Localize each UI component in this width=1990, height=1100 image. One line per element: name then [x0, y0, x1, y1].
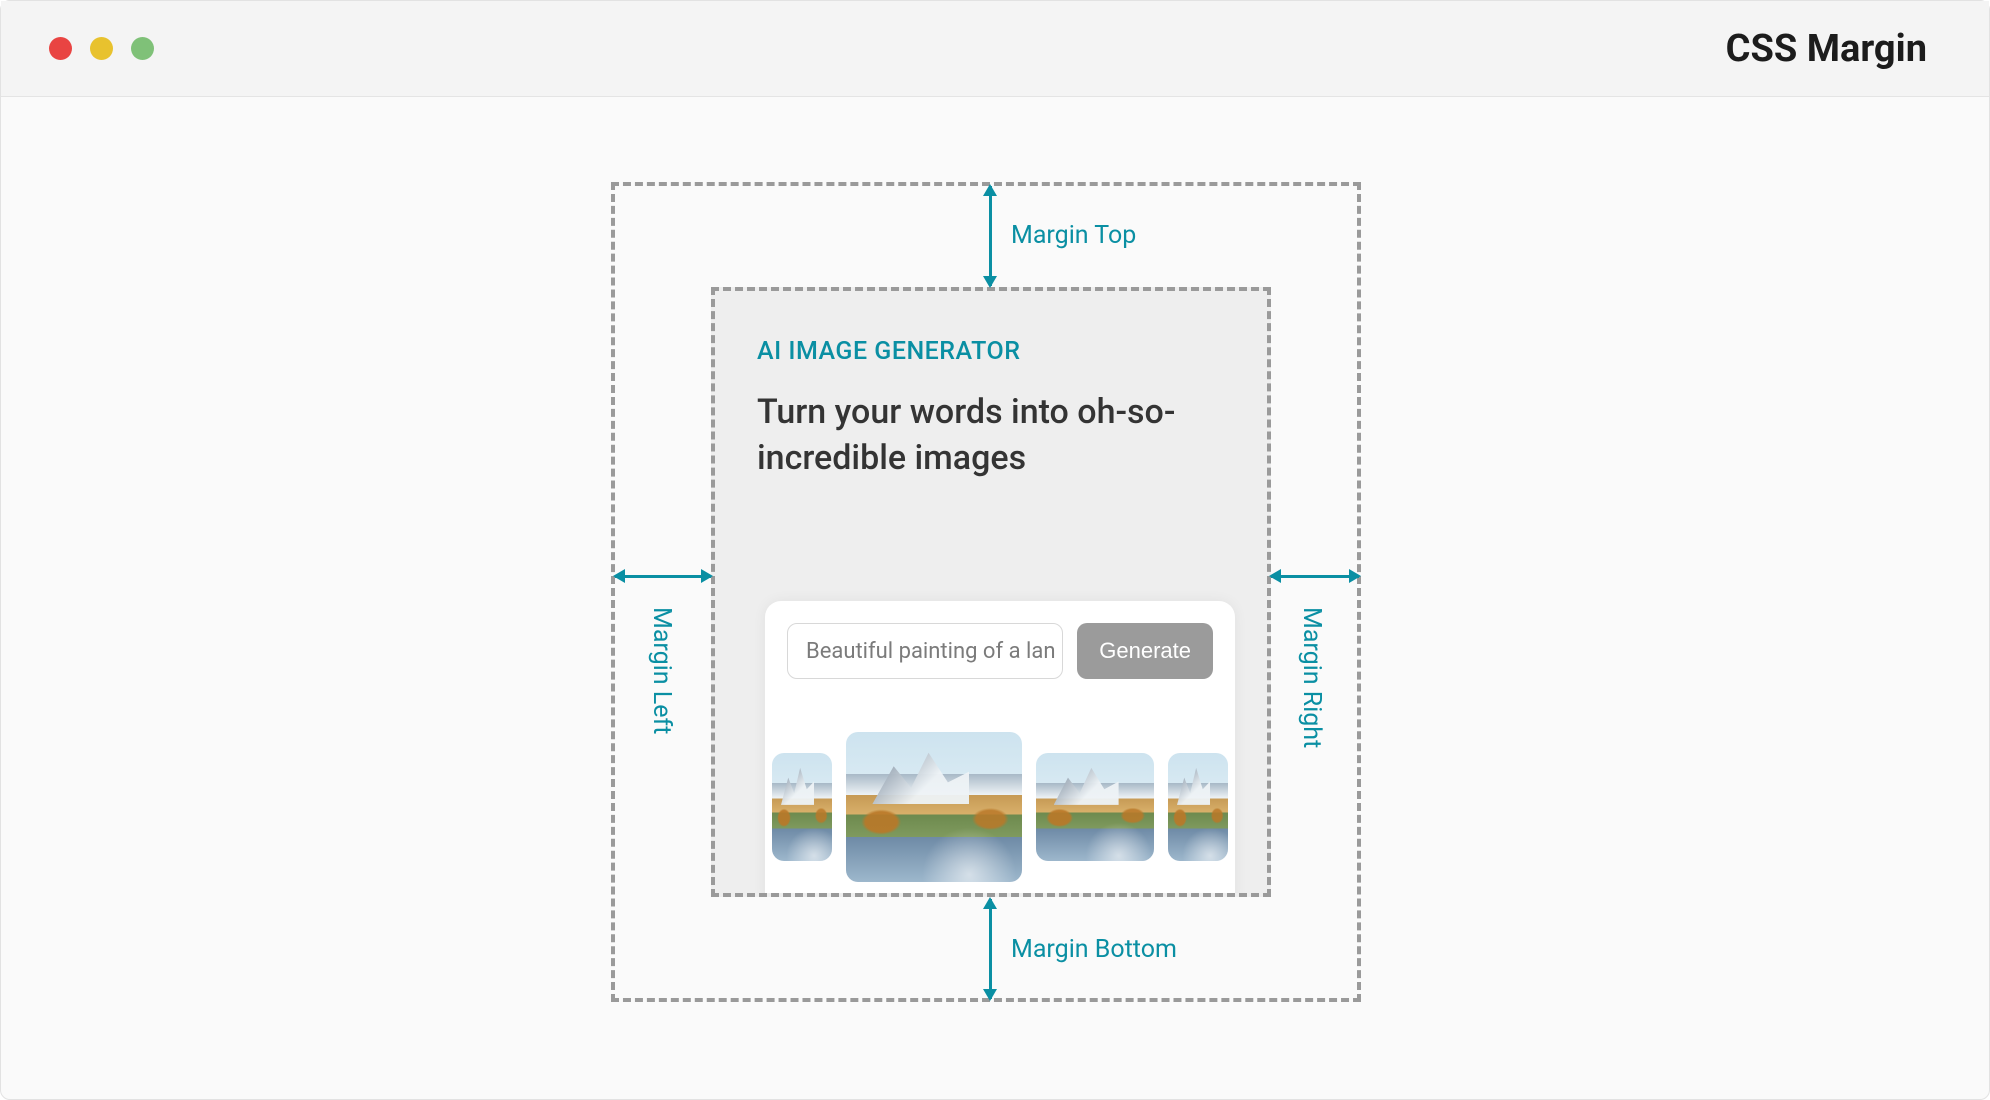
margin-top-label: Margin Top: [1011, 221, 1136, 250]
margin-bottom-label: Margin Bottom: [1011, 935, 1177, 964]
image-thumbnails: [765, 701, 1235, 897]
thumbnail-image: [1036, 753, 1154, 861]
thumbnail-image: [846, 732, 1022, 882]
margin-right-label: Margin Right: [1297, 607, 1326, 748]
card-header: AI IMAGE GENERATOR Turn your words into …: [715, 291, 1267, 482]
margin-left-label: Margin Left: [647, 607, 676, 734]
minimize-icon[interactable]: [90, 37, 113, 60]
content-box: AI IMAGE GENERATOR Turn your words into …: [711, 287, 1271, 897]
card-eyebrow: AI IMAGE GENERATOR: [757, 337, 1225, 366]
prompt-row: Beautiful painting of a lan Generate: [787, 623, 1213, 679]
browser-window: CSS Margin AI IMAGE GENERATOR Turn your …: [0, 0, 1990, 1100]
thumbnail-image: [772, 753, 832, 861]
thumbnail-image: [1168, 753, 1228, 861]
diagram-canvas: AI IMAGE GENERATOR Turn your words into …: [1, 97, 1989, 1099]
margin-bottom-arrow-icon: [989, 899, 992, 999]
prompt-input[interactable]: Beautiful painting of a lan: [787, 623, 1063, 679]
generate-button[interactable]: Generate: [1077, 623, 1213, 679]
margin-top-arrow-icon: [989, 186, 992, 286]
maximize-icon[interactable]: [131, 37, 154, 60]
page-title: CSS Margin: [1726, 27, 1927, 71]
card-headline: Turn your words into oh-so-incredible im…: [757, 390, 1225, 482]
margin-left-arrow-icon: [615, 575, 711, 578]
prompt-card: Beautiful painting of a lan Generate: [765, 601, 1235, 897]
traffic-lights: [49, 37, 154, 60]
titlebar: CSS Margin: [1, 1, 1989, 97]
margin-right-arrow-icon: [1271, 575, 1359, 578]
close-icon[interactable]: [49, 37, 72, 60]
